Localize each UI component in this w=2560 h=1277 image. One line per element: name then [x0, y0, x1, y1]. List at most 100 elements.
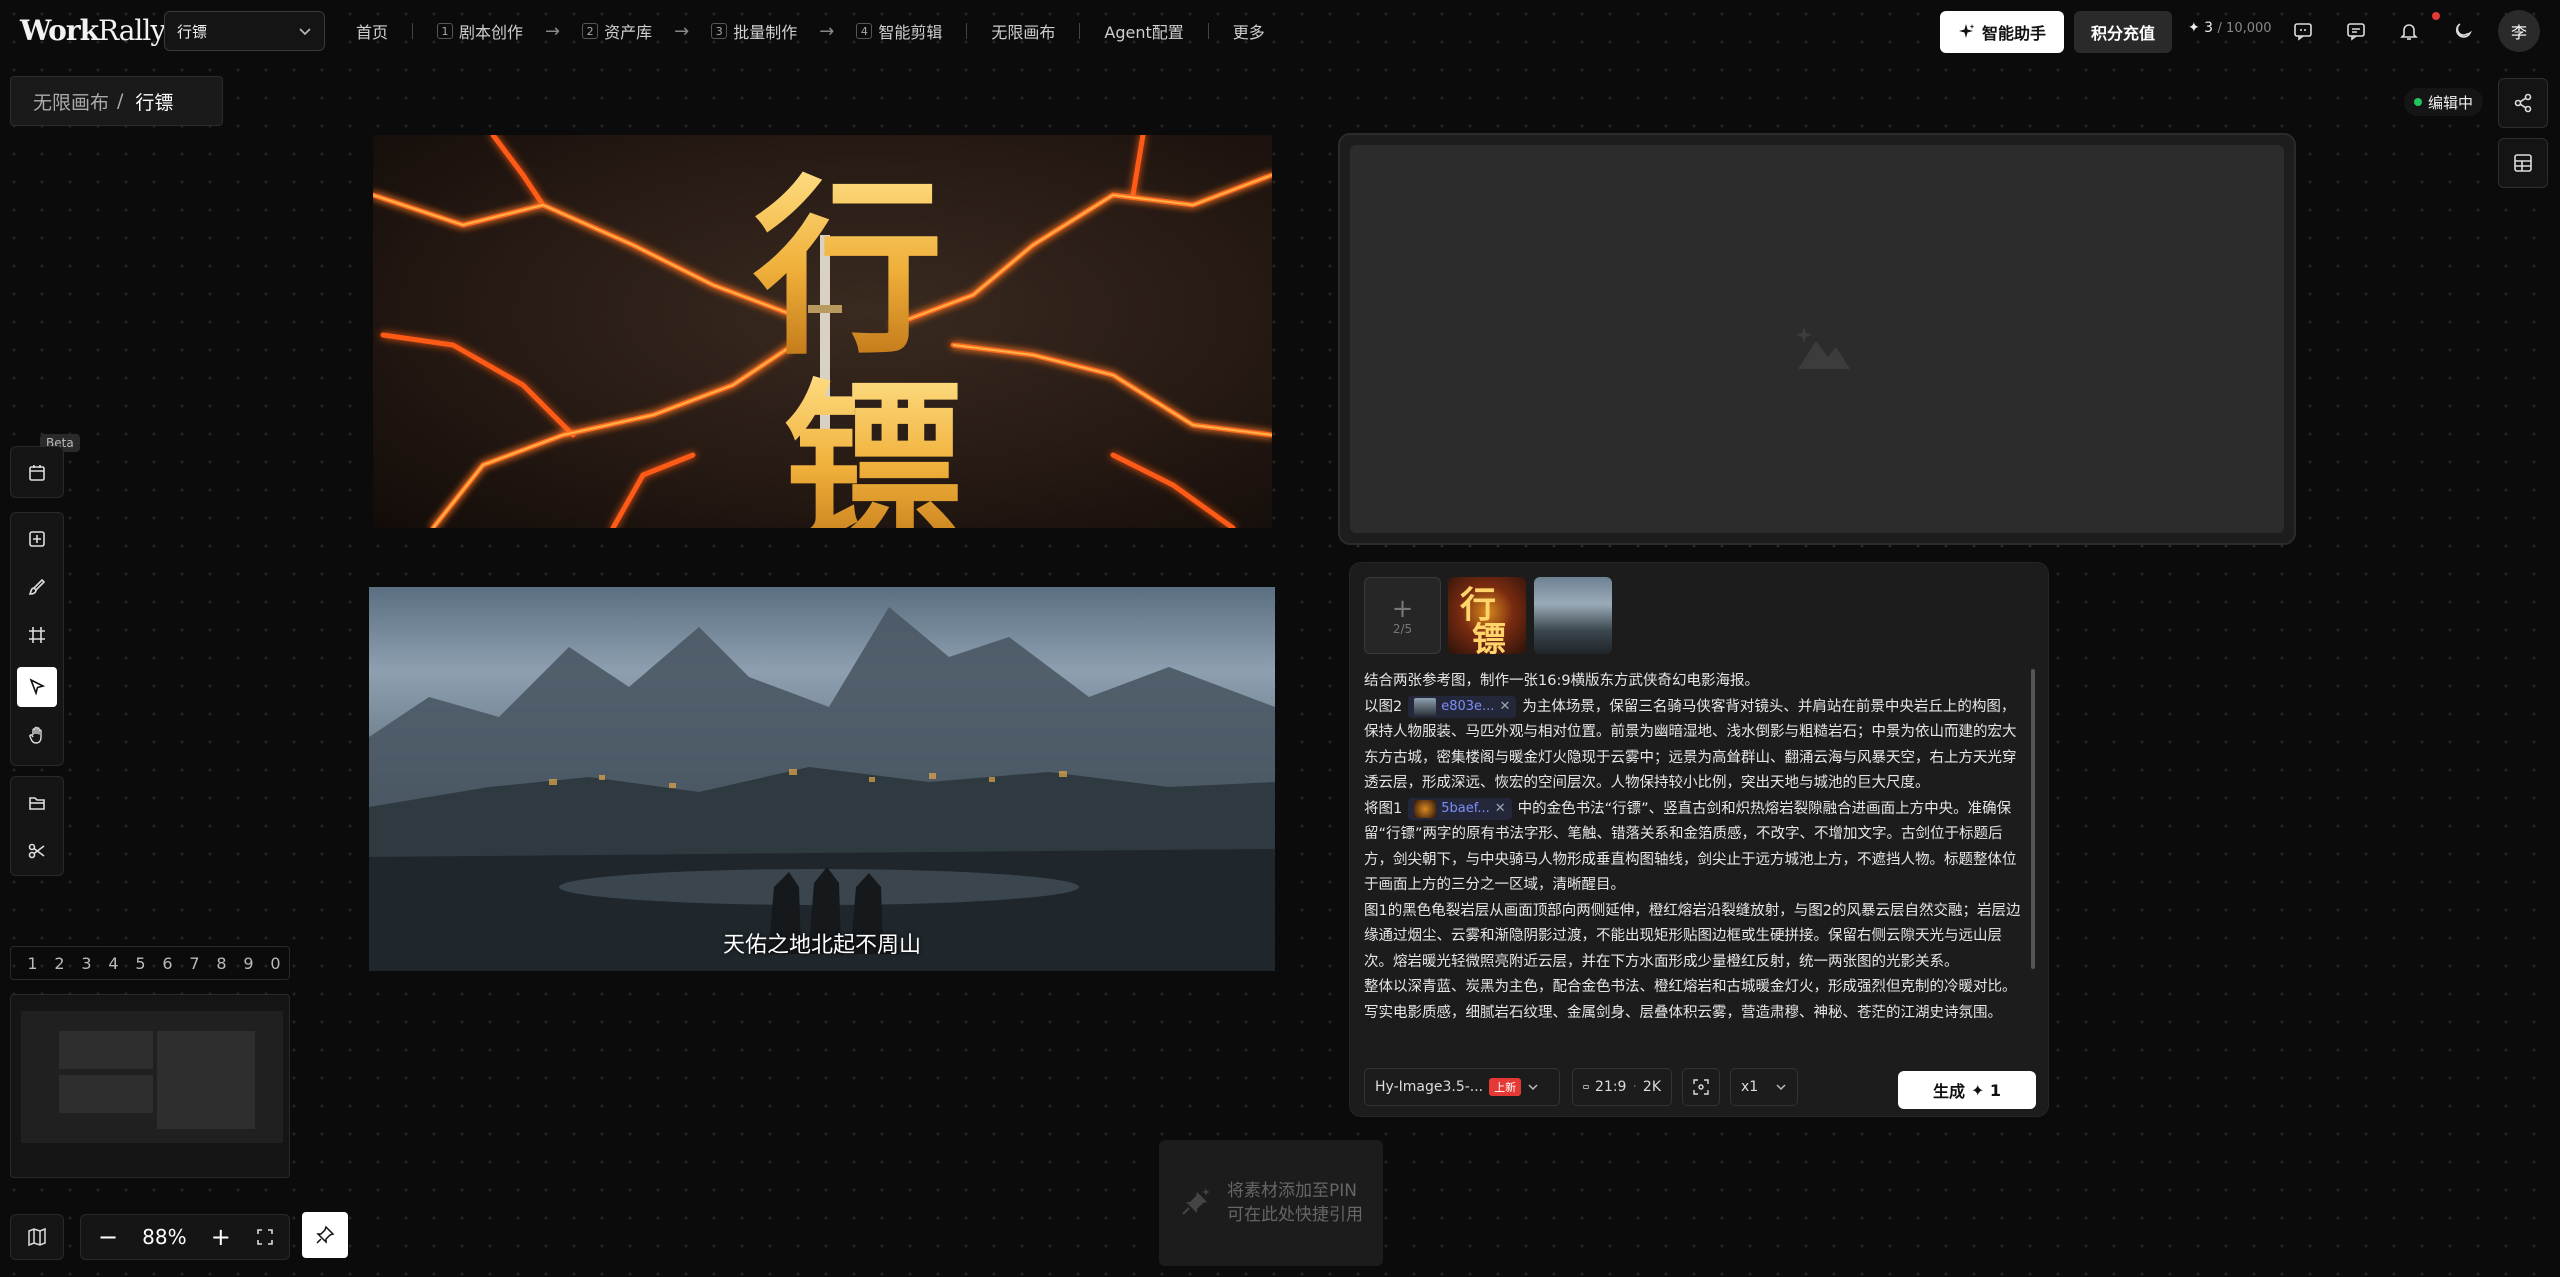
nav-home[interactable]: 首页	[356, 19, 388, 43]
logo[interactable]: WorkRally	[20, 14, 166, 47]
pin-icon	[316, 1225, 335, 1244]
fit-screen-icon[interactable]	[255, 1227, 275, 1247]
toolbox-top	[10, 446, 64, 498]
arrow-right-icon: →	[545, 20, 561, 42]
pin-drop-zone[interactable]: 将素材添加至PIN 可在此处快捷引用	[1159, 1140, 1383, 1266]
chevron-down-icon	[1528, 1084, 1538, 1091]
scissors-icon	[28, 843, 45, 859]
pin-sparkle-icon	[1182, 1188, 1210, 1215]
assistant-button[interactable]: 智能助手	[1940, 11, 2064, 53]
zoom-in-button[interactable]: +	[208, 1223, 234, 1251]
canvas-image-title-poster[interactable]: 行 镖	[373, 135, 1272, 528]
minimap[interactable]	[10, 994, 290, 1178]
generate-button[interactable]: 生成 ✦ 1	[1898, 1071, 2036, 1109]
nav-divider	[1079, 23, 1081, 39]
chip-thumbnail	[1414, 697, 1437, 716]
nav-step-3[interactable]: 3 批量制作	[711, 19, 797, 43]
generation-panel: + 2/5 行镖 结合两张参考图，制作一张16:9横版东方武侠奇幻电影海报。 以…	[1349, 562, 2049, 1117]
edit-status-badge: 编辑中	[2404, 88, 2484, 116]
top-bar: WorkRally 行镖 首页 1 剧本创作 → 2 资产库 → 3 批量制作 → 4…	[0, 0, 2560, 62]
digit-key[interactable]: 4	[100, 954, 127, 973]
feedback-icon[interactable]	[2343, 18, 2369, 44]
digit-key[interactable]: 6	[154, 954, 181, 973]
reference-chip-2[interactable]: e803e... ✕	[1408, 694, 1517, 720]
plus-icon: +	[1391, 593, 1414, 624]
nav-step-4[interactable]: 4 智能剪辑	[856, 19, 942, 43]
prompt-line: 整体以深青蓝、炭黑为主色，配合金色书法、橙红熔岩和古城暖金灯火，形成强烈但克制的…	[1364, 979, 2017, 1021]
lava-cracks-artwork: 行 镖	[373, 135, 1272, 528]
map-icon	[28, 1227, 46, 1247]
prompt-scrollbar[interactable]	[2031, 669, 2035, 969]
minimap-node	[59, 1075, 153, 1113]
toolbox-bottom	[10, 776, 64, 876]
select-tool[interactable]	[17, 667, 57, 707]
aspect-ratio-icon	[1583, 1085, 1589, 1089]
nav-canvas[interactable]: 无限画布	[991, 19, 1055, 43]
image-settings-button[interactable]	[1682, 1068, 1720, 1106]
map-toggle-button[interactable]	[10, 1214, 64, 1260]
table-view-button[interactable]	[2498, 138, 2548, 188]
ratio-resolution-select[interactable]: 21:9 · 2K	[1572, 1068, 1672, 1106]
new-badge: 上新	[1489, 1078, 1522, 1096]
prompt-textarea[interactable]: 结合两张参考图，制作一张16:9横版东方武侠奇幻电影海报。 以图2 e803e..…	[1364, 669, 2024, 1045]
bell-icon[interactable]	[2396, 18, 2422, 44]
pin-hint-line-1: 将素材添加至PIN	[1227, 1181, 1357, 1201]
storyboard-tool[interactable]	[17, 453, 57, 493]
prompt-line: 结合两张参考图，制作一张16:9横版东方武侠奇幻电影海报。	[1364, 673, 1760, 689]
title-char-2: 镖	[783, 362, 963, 528]
frame-icon	[29, 627, 45, 643]
moon-icon[interactable]	[2450, 18, 2476, 44]
zoom-control: − 88% +	[80, 1214, 290, 1260]
message-icon[interactable]	[2290, 18, 2316, 44]
avatar[interactable]: 李	[2498, 10, 2540, 52]
table-icon	[2514, 154, 2532, 172]
model-select[interactable]: Hy-Image3.5-... 上新	[1364, 1068, 1560, 1106]
digit-key[interactable]: 2	[46, 954, 73, 973]
project-select[interactable]: 行镖	[164, 11, 325, 51]
close-icon[interactable]: ✕	[1495, 796, 1506, 822]
digit-key[interactable]: 9	[235, 954, 262, 973]
title-char-1: 行	[753, 157, 943, 380]
toolbox-main	[10, 512, 64, 766]
frame-tool[interactable]	[17, 615, 57, 655]
digit-key[interactable]: 1	[19, 954, 46, 973]
prompt-line: 图1的黑色龟裂岩层从画面顶部向两侧延伸，橙红熔岩沿裂缝放射，与图2的风暴云层自然…	[1364, 902, 2021, 970]
reference-thumbnail-2[interactable]	[1534, 577, 1612, 654]
recharge-button[interactable]: 积分充值	[2074, 11, 2172, 53]
sparkle-icon	[1958, 24, 1975, 38]
cursor-icon	[29, 678, 46, 696]
digit-key[interactable]: 8	[208, 954, 235, 973]
add-node-tool[interactable]	[17, 519, 57, 559]
scissors-tool[interactable]	[17, 831, 57, 871]
digit-key[interactable]: 7	[181, 954, 208, 973]
breadcrumb-separator: /	[117, 90, 124, 112]
plus-square-icon	[29, 531, 45, 547]
digit-key[interactable]: 3	[73, 954, 100, 973]
close-icon[interactable]: ✕	[1499, 694, 1510, 720]
brush-tool[interactable]	[17, 567, 57, 607]
zoom-out-button[interactable]: −	[95, 1223, 121, 1251]
shortcut-digits: 1 2 3 4 5 6 7 8 9 0	[10, 946, 290, 980]
pin-button[interactable]	[302, 1212, 348, 1258]
digit-key[interactable]: 5	[127, 954, 154, 973]
reference-chip-1[interactable]: 5baef... ✕	[1408, 796, 1512, 822]
image-adjust-icon	[1693, 1079, 1709, 1095]
pan-tool[interactable]	[17, 715, 57, 755]
nav-more[interactable]: 更多	[1233, 19, 1265, 43]
prompt-line: 将图1 5baef... ✕ 中的金色书法“行镖”、竖直古剑和炽热熔岩裂隙融合进画面上…	[1364, 797, 2024, 899]
folder-tool[interactable]	[17, 783, 57, 823]
nav-step-1[interactable]: 1 剧本创作	[437, 19, 523, 43]
nav-step-2[interactable]: 2 资产库	[582, 19, 652, 43]
pin-hint-line-2: 可在此处快捷引用	[1227, 1205, 1363, 1225]
canvas-image-riders-scene[interactable]: 天佑之地北起不周山	[369, 587, 1275, 971]
generation-output-placeholder[interactable]	[1338, 133, 2296, 545]
upload-reference-button[interactable]: + 2/5	[1364, 577, 1441, 654]
reference-thumbnail-1[interactable]: 行镖	[1448, 577, 1526, 654]
nav-agent-config[interactable]: Agent配置	[1104, 19, 1183, 43]
digit-key[interactable]: 0	[262, 954, 289, 973]
breadcrumb-parent[interactable]: 无限画布	[33, 88, 109, 115]
share-button[interactable]	[2498, 78, 2548, 128]
count-select[interactable]: x1	[1730, 1068, 1798, 1106]
chevron-down-icon	[299, 28, 311, 36]
calendar-icon	[29, 465, 45, 481]
